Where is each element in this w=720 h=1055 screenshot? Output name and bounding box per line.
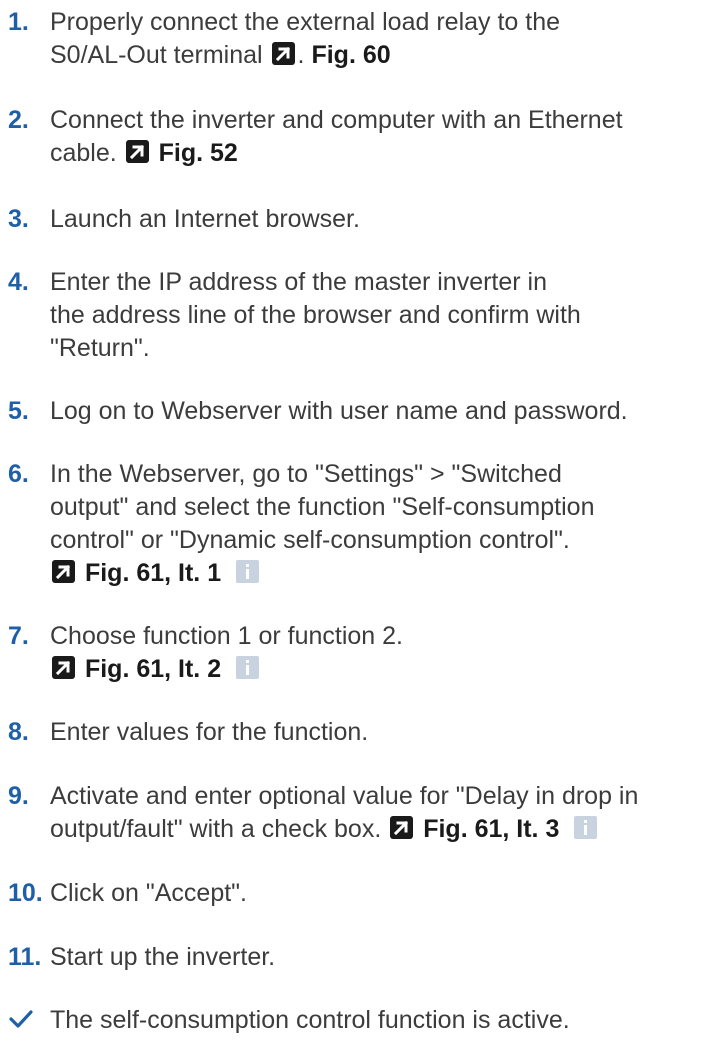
step-number: 7. bbox=[8, 622, 29, 650]
figure-reference[interactable]: Fig. 60 bbox=[311, 41, 390, 69]
figure-reference[interactable]: Fig. 52 bbox=[159, 139, 238, 167]
step-text: Log on to Webserver with user name and p… bbox=[50, 397, 628, 425]
step-text: output/fault" with a check box. bbox=[50, 815, 382, 843]
figure-reference[interactable]: Fig. 61, It. 3 bbox=[423, 815, 559, 843]
step-number: 1. bbox=[8, 8, 29, 36]
result-text: The self-consumption control function is… bbox=[50, 1006, 570, 1034]
step-text: . bbox=[297, 41, 305, 69]
step-number: 11. bbox=[8, 943, 42, 971]
step-text: Properly connect the external load relay… bbox=[50, 8, 561, 36]
arrow-link-icon[interactable] bbox=[52, 560, 75, 583]
step-number: 10. bbox=[8, 879, 43, 907]
step-number: 2. bbox=[8, 106, 29, 134]
info-icon[interactable] bbox=[236, 656, 260, 679]
step-text: Choose function 1 or function 2. bbox=[50, 622, 404, 650]
step-number: 5. bbox=[8, 397, 29, 425]
step-text: Activate and enter optional value for "D… bbox=[50, 782, 639, 810]
step-text: Connect the inverter and computer with a… bbox=[50, 106, 623, 134]
figure-reference[interactable]: Fig. 61, It. 2 bbox=[85, 655, 221, 683]
step-number: 4. bbox=[8, 268, 29, 296]
step-number: 3. bbox=[8, 205, 29, 233]
arrow-link-icon[interactable] bbox=[125, 140, 149, 163]
step-number: 6. bbox=[8, 460, 29, 488]
step-text: cable. bbox=[50, 139, 117, 167]
step-number: 9. bbox=[8, 782, 29, 810]
step-text: "Return". bbox=[50, 334, 150, 362]
step-text: Enter values for the function. bbox=[50, 718, 369, 746]
step-text: S0/AL-Out terminal bbox=[50, 41, 263, 69]
step-text: the address line of the browser and conf… bbox=[50, 301, 581, 329]
step-text: control" or "Dynamic self-consumption co… bbox=[50, 526, 570, 554]
arrow-link-icon[interactable] bbox=[52, 656, 75, 679]
arrow-link-icon[interactable] bbox=[390, 816, 414, 839]
info-icon[interactable] bbox=[236, 560, 260, 583]
step-text: Launch an Internet browser. bbox=[50, 205, 360, 233]
step-text: Start up the inverter. bbox=[50, 943, 276, 971]
step-text: output" and select the function "Self-co… bbox=[50, 493, 595, 521]
arrow-link-icon[interactable] bbox=[271, 42, 295, 65]
step-text: In the Webserver, go to "Settings" > "Sw… bbox=[50, 460, 562, 488]
info-icon[interactable] bbox=[574, 816, 598, 839]
checkmark-icon bbox=[8, 1006, 34, 1041]
step-text: Enter the IP address of the master inver… bbox=[50, 268, 548, 296]
step-text: Click on "Accept". bbox=[50, 879, 247, 907]
figure-reference[interactable]: Fig. 61, It. 1 bbox=[85, 559, 221, 587]
step-number: 8. bbox=[8, 718, 29, 746]
